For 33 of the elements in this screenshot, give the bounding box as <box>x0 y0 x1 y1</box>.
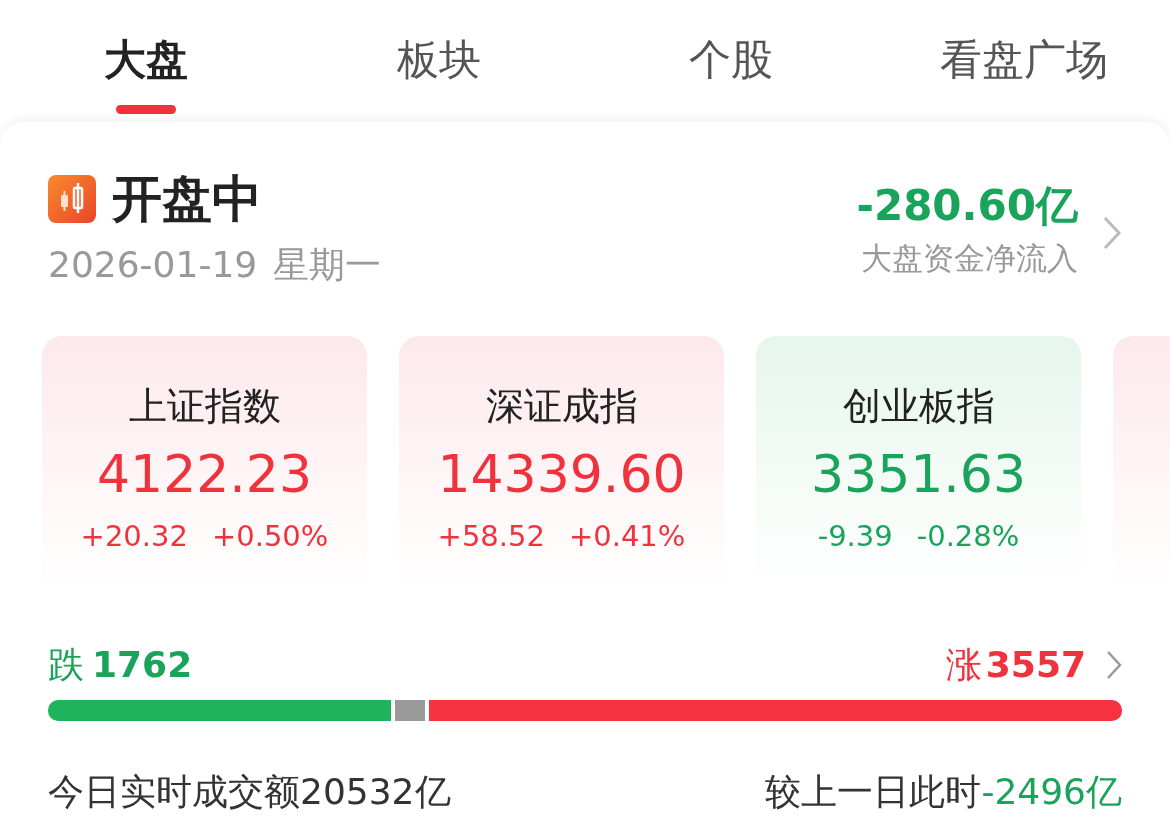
candlestick-icon <box>48 175 96 223</box>
index-percent: -0.28% <box>916 518 1020 556</box>
date-text: 2026-01-19 <box>48 243 258 287</box>
tab[interactable]: 个股 <box>689 28 774 118</box>
fund-flow-label: 大盘资金净流入 <box>860 238 1078 278</box>
weekday-text: 星期一 <box>273 243 382 287</box>
tab-indicator <box>116 105 177 114</box>
chevron-right-icon[interactable] <box>1102 215 1122 251</box>
index-change: +20.32 <box>80 518 188 556</box>
index-name: 创业板指 <box>841 383 996 430</box>
index-value: 14339.60 <box>436 443 687 506</box>
fall-count: 1762 <box>92 643 193 687</box>
index-name: 深证成指 <box>484 383 639 430</box>
status-title: 开盘中 <box>112 174 262 224</box>
index-percent: +0.50% <box>211 518 329 556</box>
compare-label: 较上一日此时 <box>765 770 982 814</box>
tab[interactable]: 板块 <box>396 28 481 118</box>
fall-label: 跌 <box>48 643 84 687</box>
rise-count: 3557 <box>985 643 1086 687</box>
tab[interactable]: 看盘广场 <box>939 28 1108 118</box>
fund-flow-value: -280.60亿 <box>856 184 1078 227</box>
index-name: 上证指数 <box>127 383 282 430</box>
turnover-text: 今日实时成交额20532亿 <box>48 770 451 814</box>
chevron-right-icon[interactable] <box>1106 650 1122 680</box>
flat-bar <box>395 700 426 721</box>
compare-value: -2496亿 <box>981 770 1122 814</box>
tab[interactable]: 大盘 <box>104 28 189 118</box>
index-change: -9.39 <box>817 518 893 556</box>
index-change: +58.52 <box>437 518 545 556</box>
index-value: 4122.23 <box>95 443 313 506</box>
index-value: 3351.63 <box>809 443 1027 506</box>
rise-label: 涨 <box>945 643 982 687</box>
index-percent: +0.41% <box>568 518 686 556</box>
